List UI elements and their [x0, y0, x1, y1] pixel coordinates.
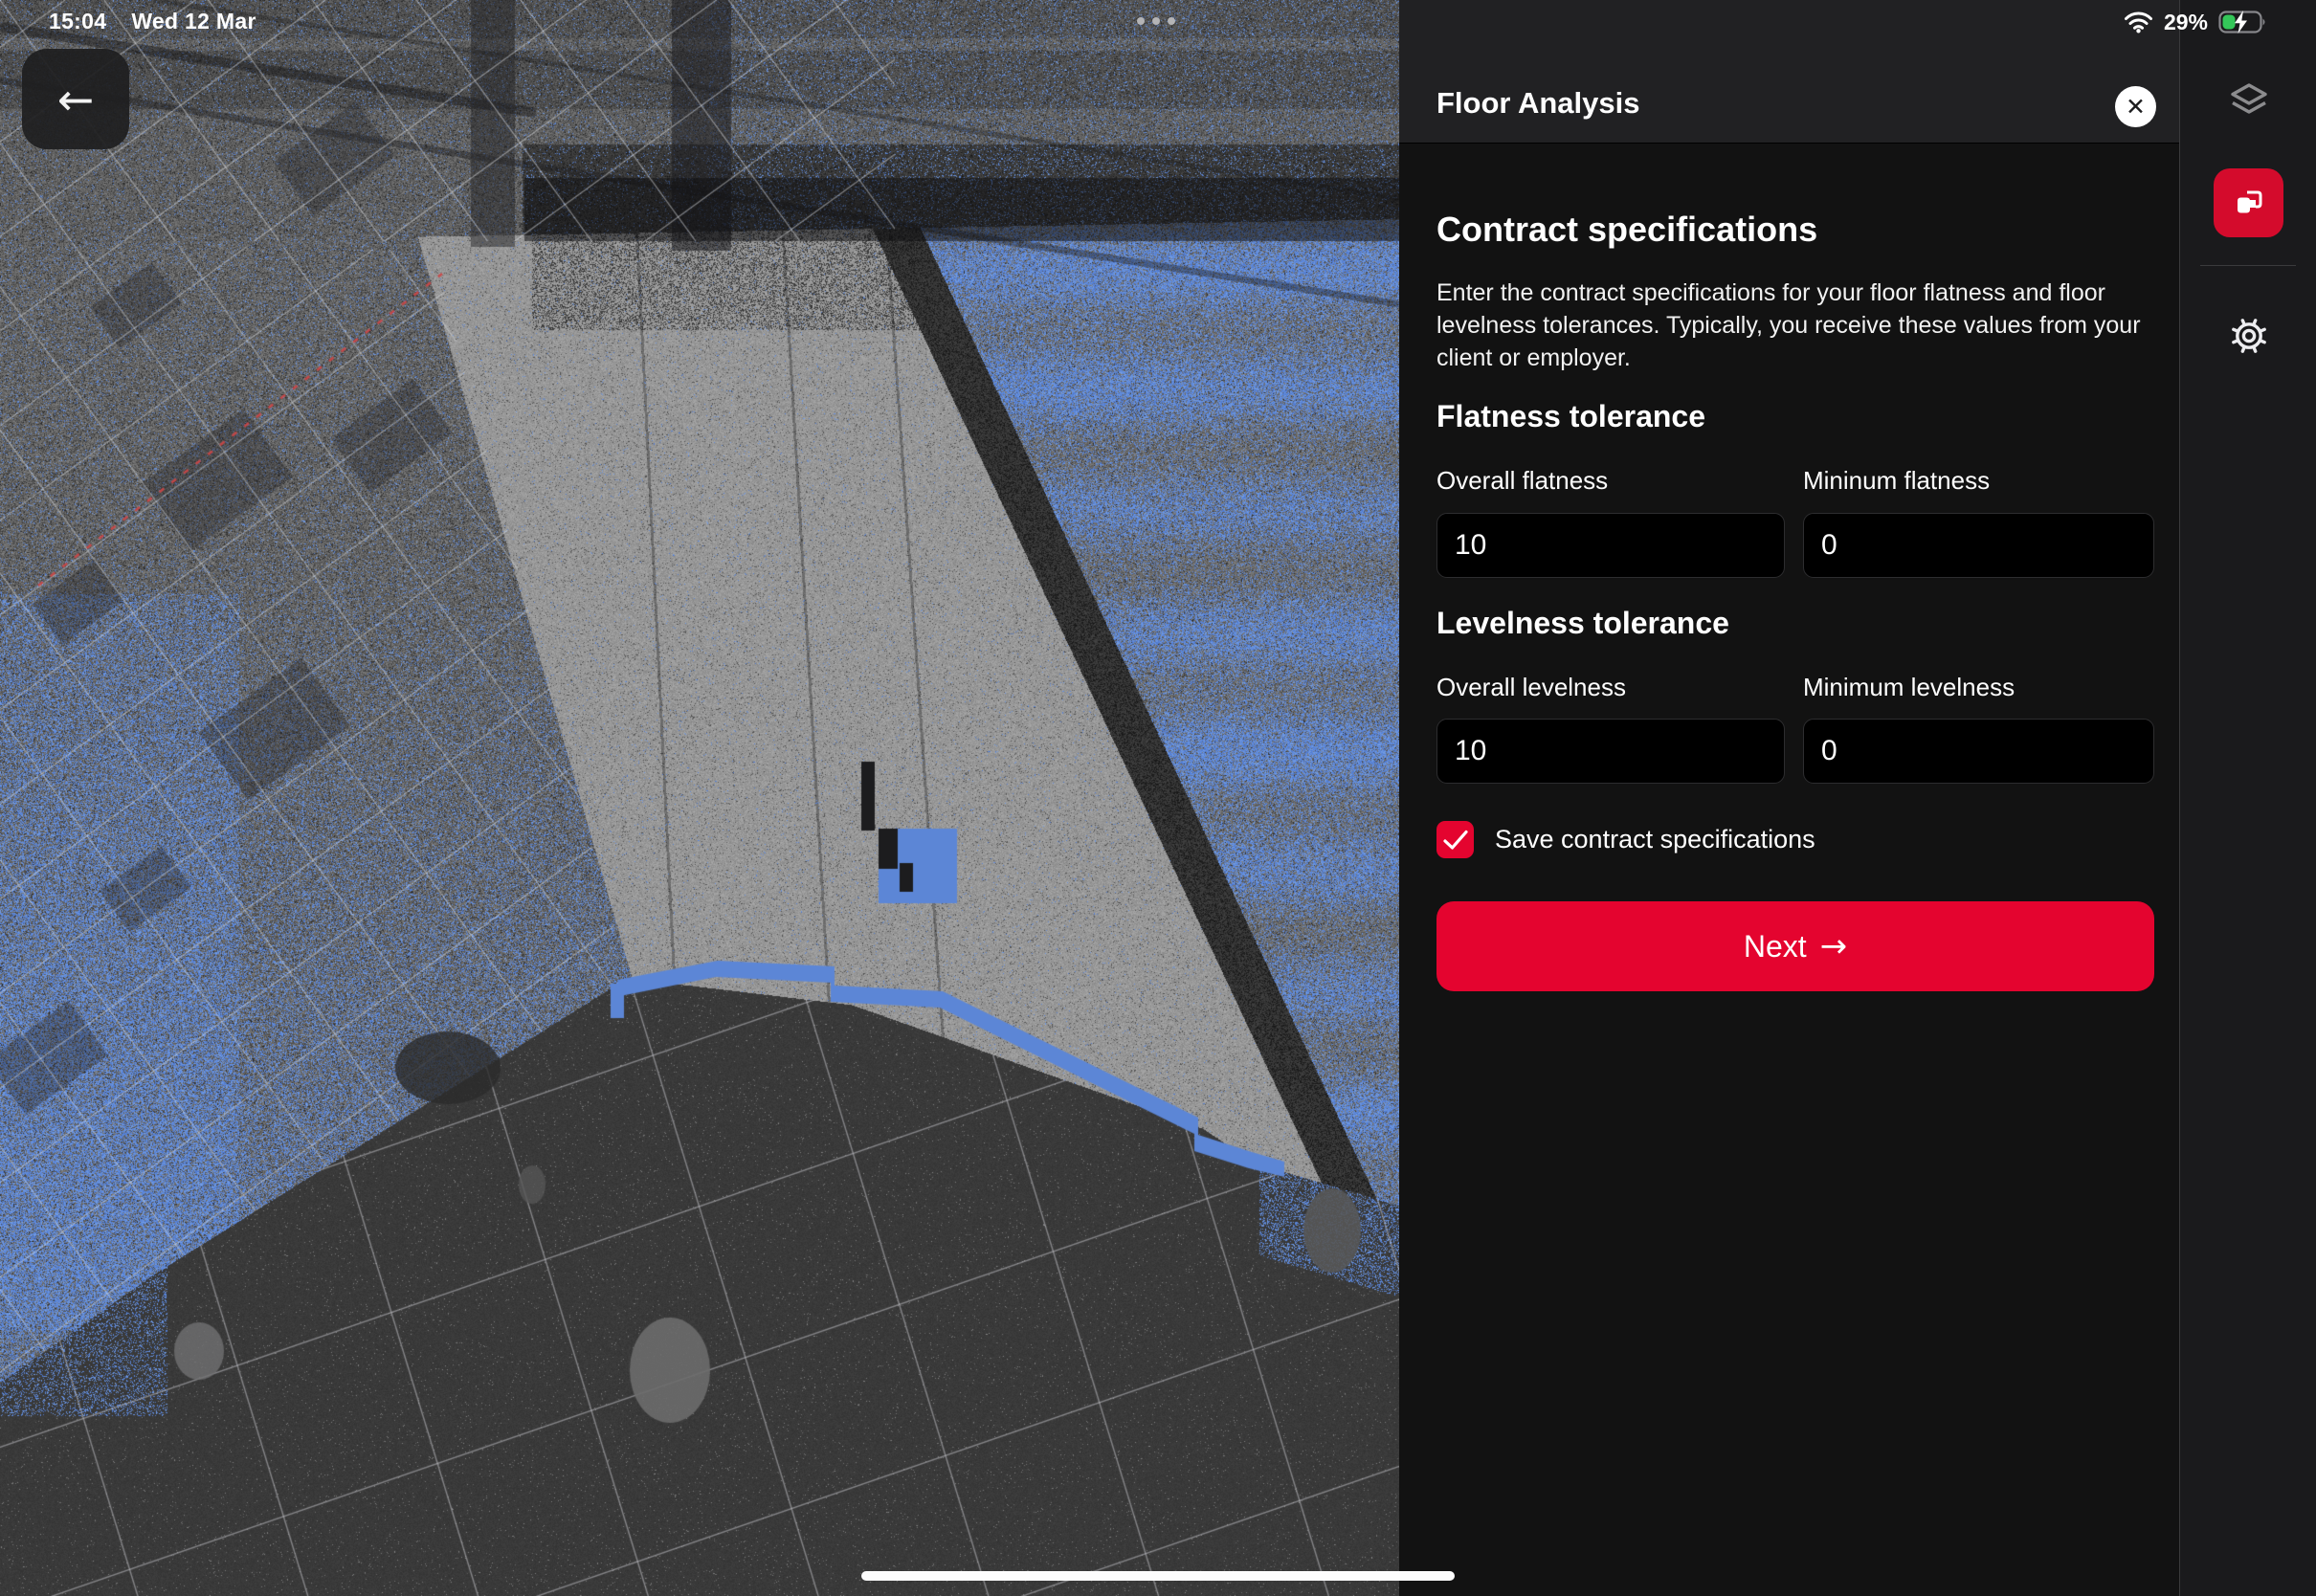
status-bar-right: 29%: [2124, 7, 2268, 37]
save-contract-label: Save contract specifications: [1495, 825, 1815, 854]
contract-specifications-heading: Contract specifications: [1436, 210, 2154, 250]
layers-icon[interactable]: [2227, 81, 2271, 123]
dot-icon: [1168, 17, 1175, 25]
battery-percent: 29%: [2164, 10, 2208, 35]
flatness-tolerance-heading: Flatness tolerance: [1436, 399, 2154, 434]
contract-specifications-description: Enter the contract specifications for yo…: [1436, 277, 2154, 374]
minimum-levelness-label: Minimum levelness: [1803, 673, 2015, 702]
status-bar-left: 15:04 Wed 12 Mar: [49, 9, 256, 34]
floor-analysis-tool-button[interactable]: [2214, 168, 2283, 237]
dot-icon: [1152, 17, 1160, 25]
home-indicator[interactable]: [861, 1571, 1455, 1581]
minimum-flatness-label: Mininum flatness: [1803, 466, 1990, 496]
save-contract-specifications-row: Save contract specifications: [1436, 821, 1815, 858]
rail-divider: [2200, 265, 2296, 266]
app-switcher-dots[interactable]: [1137, 17, 1175, 25]
point-cloud-viewport[interactable]: [0, 0, 1399, 1596]
minimum-levelness-input[interactable]: [1803, 719, 2154, 784]
panel-header: Floor Analysis ✕: [1399, 0, 2179, 144]
close-icon: ✕: [2126, 93, 2146, 121]
levelness-tolerance-heading: Levelness tolerance: [1436, 606, 2154, 641]
app-screen: 15:04 Wed 12 Mar 29% ← Floor Ana: [0, 0, 2316, 1596]
battery-charging-icon: [2218, 10, 2268, 34]
close-button[interactable]: ✕: [2115, 86, 2156, 127]
minimum-flatness-input[interactable]: [1803, 513, 2154, 578]
next-arrow-icon: →: [1820, 927, 1848, 965]
overall-levelness-input[interactable]: [1436, 719, 1785, 784]
floor-analysis-tool-icon: [2231, 185, 2267, 221]
save-contract-checkbox[interactable]: [1436, 821, 1474, 858]
next-button-label: Next: [1744, 929, 1807, 964]
status-date: Wed 12 Mar: [131, 9, 256, 34]
tool-rail: [2179, 0, 2316, 1596]
back-button[interactable]: ←: [22, 49, 129, 149]
floor-analysis-panel: Floor Analysis ✕ Contract specifications…: [1399, 0, 2179, 1596]
panel-title: Floor Analysis: [1436, 86, 1639, 121]
dot-icon: [1137, 17, 1145, 25]
next-button[interactable]: Next →: [1436, 901, 2154, 991]
back-arrow-icon: ←: [57, 74, 95, 125]
overall-flatness-label: Overall flatness: [1436, 466, 1608, 496]
check-icon: [1443, 830, 1468, 851]
status-time: 15:04: [49, 9, 106, 34]
wifi-icon: [2124, 11, 2153, 33]
settings-gear-icon[interactable]: [2227, 314, 2271, 358]
overall-flatness-input[interactable]: [1436, 513, 1785, 578]
overall-levelness-label: Overall levelness: [1436, 673, 1626, 702]
